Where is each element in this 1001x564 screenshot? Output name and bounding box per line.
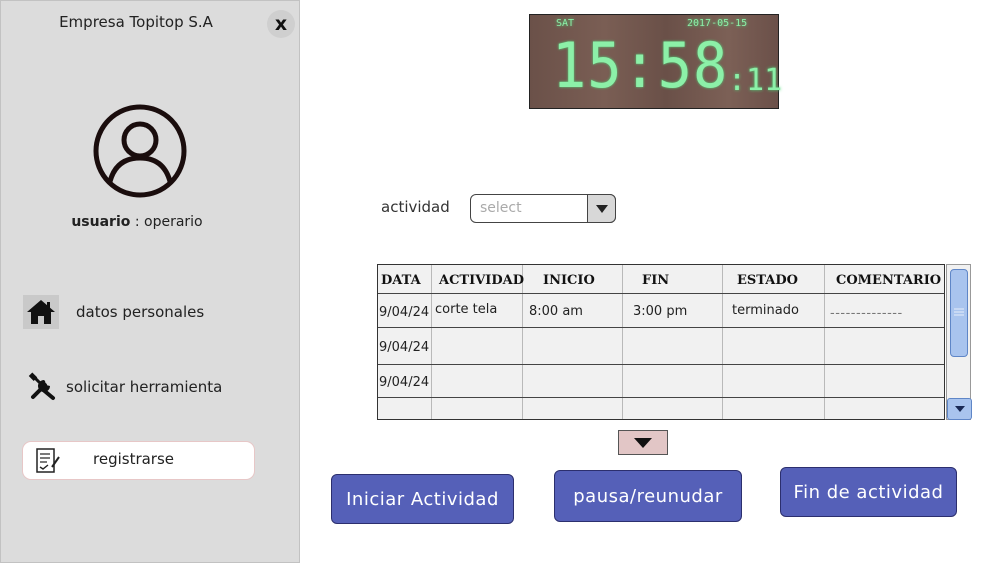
company-name: Empresa Topitop S.A [59, 13, 213, 31]
register-button[interactable]: registrarse [22, 441, 255, 480]
column-header: COMENTARIO [836, 273, 942, 288]
clock-seconds: :11 [728, 63, 783, 98]
triangle-down-icon [595, 204, 608, 213]
activity-select-toggle[interactable] [587, 194, 616, 223]
column-header: INICIO [543, 273, 595, 288]
end-activity-button[interactable]: Fin de actividad [780, 467, 957, 517]
clock-day: SAT [556, 18, 575, 29]
column-header: FIN [642, 273, 670, 288]
grip-icon [954, 308, 964, 316]
table-cell: 3:00 pm [633, 304, 688, 319]
pause-resume-label: pausa/reunudar [573, 485, 723, 507]
column-header: ACTIVIDAD [439, 273, 524, 288]
sidebar-item-label: solicitar herramienta [66, 378, 223, 396]
start-activity-button[interactable]: Iniciar Actividad [331, 474, 514, 524]
activity-label: actividad [381, 198, 450, 216]
digital-clock: SAT 2017-05-15 15:58 :11 [529, 14, 783, 109]
tools-icon [28, 372, 55, 400]
scrollbar-thumb[interactable] [950, 269, 968, 357]
sidebar-item-solicitar-herramienta[interactable]: solicitar herramienta [23, 368, 283, 406]
table-cell: terminado [732, 303, 799, 318]
triangle-down-icon [634, 437, 652, 448]
table-cell: corte tela [435, 302, 498, 317]
table-scrollbar[interactable] [946, 264, 972, 420]
close-button[interactable]: x [267, 10, 295, 38]
user-role-separator: : [130, 214, 145, 230]
user-role: usuario : operario [1, 214, 273, 230]
scroll-down-button[interactable] [947, 398, 972, 420]
clock-date: 2017-05-15 [687, 18, 748, 29]
sidebar-item-datos-personales[interactable]: datos personales [23, 293, 283, 331]
pause-resume-button[interactable]: pausa/reunudar [554, 470, 742, 522]
clock-time: 15:58 [552, 29, 729, 102]
expand-table-button[interactable] [618, 430, 668, 455]
table-cell: 9/04/24 [379, 340, 430, 355]
activity-select-placeholder: select [480, 200, 522, 216]
table-cell: 8:00 am [529, 304, 583, 319]
table-cell: 9/04/24 [379, 375, 430, 390]
register-label: registrarse [93, 450, 175, 468]
close-icon: x [274, 13, 288, 35]
user-role-label: usuario [71, 214, 131, 230]
avatar-icon [93, 104, 187, 198]
sidebar: Empresa Topitop S.A x usuario : operario… [0, 0, 300, 563]
table-cell: 9/04/24 [379, 305, 430, 320]
start-activity-label: Iniciar Actividad [346, 488, 499, 510]
table-cell: -------------- [830, 306, 903, 321]
triangle-down-icon [954, 406, 965, 412]
form-check-icon [36, 448, 60, 473]
activity-table: DATA ACTIVIDAD INICIO FIN ESTADO COMENTA… [377, 264, 945, 420]
sidebar-item-label: datos personales [76, 303, 205, 321]
activity-select[interactable]: select [470, 194, 616, 223]
end-activity-label: Fin de actividad [793, 481, 944, 503]
home-icon [23, 295, 59, 329]
user-role-value: operario [144, 214, 203, 230]
column-header: DATA [381, 273, 421, 288]
column-header: ESTADO [737, 273, 798, 288]
